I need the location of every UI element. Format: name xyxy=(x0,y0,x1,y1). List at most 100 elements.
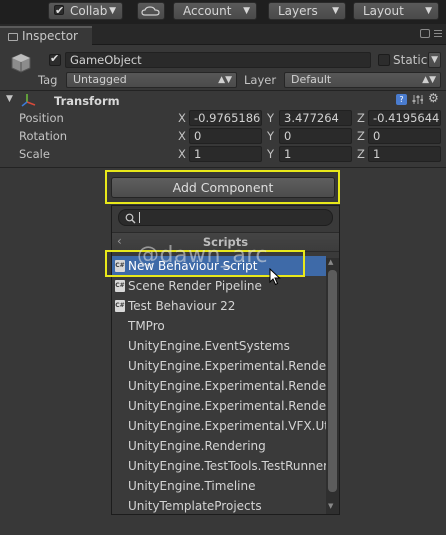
position-y-input[interactable]: 3.477264 xyxy=(279,110,352,126)
axis-y-label[interactable]: Y xyxy=(267,147,274,161)
component-search-input[interactable] xyxy=(118,209,333,226)
preset-sliders-icon[interactable] xyxy=(412,94,424,105)
list-item-label: UnityEngine.TestTools.TestRunner xyxy=(128,459,326,473)
tag-dropdown[interactable]: Untagged ▲▼ xyxy=(66,72,237,88)
layers-dropdown[interactable]: Layers ▼ xyxy=(268,2,346,20)
rotation-label: Rotation xyxy=(19,129,68,143)
list-item-label: UnityEngine.Experimental.Rendering xyxy=(128,399,326,413)
axis-z-label[interactable]: Z xyxy=(357,129,365,143)
list-item[interactable]: UnityEngine.Experimental.Rendering xyxy=(112,376,326,396)
tab-menu-icon[interactable] xyxy=(434,30,442,38)
collab-label: Collab xyxy=(70,4,108,18)
scale-label: Scale xyxy=(19,147,50,161)
list-item-label: UnityTemplateProjects xyxy=(128,499,262,513)
gameobject-active-checkbox[interactable] xyxy=(49,52,61,66)
list-item-label: UnityEngine.Experimental.VFX.Utility xyxy=(128,419,326,433)
static-label: Static xyxy=(393,53,428,67)
chevron-down-icon: ▲▼ xyxy=(422,75,436,85)
list-item[interactable]: UnityEngine.Rendering xyxy=(112,436,326,456)
top-toolbar: Collab ▼ Account ▼ Layers ▼ Layout ▼ xyxy=(0,0,446,24)
position-z-input[interactable]: -0.4195644 xyxy=(368,110,441,126)
list-item[interactable]: UnityEngine.Timeline xyxy=(112,476,326,496)
list-item[interactable]: C# Test Behaviour 22 xyxy=(112,296,326,316)
list-item-label: UnityEngine.Experimental.Rendering xyxy=(128,379,326,393)
tab-bar: Inspector xyxy=(0,24,446,45)
mouse-cursor-icon xyxy=(269,267,281,286)
tab-inspector-label: Inspector xyxy=(22,29,78,43)
scrollbar-track[interactable]: ▲ ▼ xyxy=(326,258,339,514)
axis-x-label[interactable]: X xyxy=(178,147,186,161)
list-item[interactable]: UnityEngine.Experimental.Rendering xyxy=(112,396,326,416)
layout-dropdown[interactable]: Layout ▼ xyxy=(353,2,439,20)
axis-z-label[interactable]: Z xyxy=(357,111,365,125)
axis-y-label[interactable]: Y xyxy=(267,129,274,143)
layer-label: Layer xyxy=(244,73,277,87)
axis-x-label[interactable]: X xyxy=(178,129,186,143)
gear-icon[interactable]: ⚙ xyxy=(428,91,439,105)
account-label: Account xyxy=(183,4,232,18)
list-item-label: Test Behaviour 22 xyxy=(128,299,236,313)
list-item-label: Scene Render Pipeline xyxy=(128,279,262,293)
list-item[interactable]: UnityTemplateProjects xyxy=(112,496,326,516)
lock-icon[interactable] xyxy=(420,29,430,38)
list-item-label: UnityEngine.Timeline xyxy=(128,479,256,493)
search-icon xyxy=(125,213,136,224)
list-item[interactable]: TMPro xyxy=(112,316,326,336)
axis-y-label[interactable]: Y xyxy=(267,111,274,125)
list-item[interactable]: UnityEngine.Experimental.VFX.Utility xyxy=(112,416,326,436)
cs-script-icon: C# xyxy=(115,300,125,312)
axis-z-label[interactable]: Z xyxy=(357,147,365,161)
list-item[interactable]: C# Scene Render Pipeline xyxy=(112,276,326,296)
divider xyxy=(0,90,446,91)
account-dropdown[interactable]: Account ▼ xyxy=(173,2,257,20)
chevron-down-icon: ▼ xyxy=(332,6,339,16)
list-item-label: UnityEngine.Rendering xyxy=(128,439,266,453)
gameobject-icon xyxy=(10,52,32,74)
layers-label: Layers xyxy=(278,4,318,18)
cloud-button[interactable] xyxy=(137,2,165,20)
chevron-down-icon: ▲▼ xyxy=(218,75,232,85)
help-book-icon[interactable]: ? xyxy=(396,94,407,105)
list-item[interactable]: UnityEngine.EventSystems xyxy=(112,336,326,356)
cs-script-icon: C# xyxy=(115,280,125,292)
chevron-down-icon: ▼ xyxy=(109,6,116,16)
scale-x-input[interactable]: 1 xyxy=(189,146,262,162)
add-component-button[interactable]: Add Component xyxy=(111,177,335,198)
rotation-x-input[interactable]: 0 xyxy=(189,128,262,144)
scrollbar-thumb[interactable] xyxy=(328,270,337,492)
text-cursor xyxy=(139,212,140,223)
cs-script-icon: C# xyxy=(115,260,125,272)
tab-inspector[interactable]: Inspector xyxy=(0,26,92,45)
chevron-down-icon: ▼ xyxy=(431,55,438,65)
axis-x-label[interactable]: X xyxy=(178,111,186,125)
scale-y-input[interactable]: 1 xyxy=(279,146,352,162)
collab-check-icon xyxy=(54,3,64,19)
divider xyxy=(0,167,446,168)
chevron-down-icon: ▼ xyxy=(425,6,432,16)
layer-value: Default xyxy=(291,73,332,86)
rotation-y-input[interactable]: 0 xyxy=(279,128,352,144)
scroll-down-icon[interactable]: ▼ xyxy=(328,502,333,510)
static-checkbox[interactable] xyxy=(378,54,390,66)
list-item[interactable]: UnityEngine.TestTools.TestRunner xyxy=(112,456,326,476)
cloud-icon xyxy=(141,6,160,16)
collab-button[interactable]: Collab ▼ xyxy=(48,2,123,20)
foldout-arrow-icon[interactable]: ▼ xyxy=(6,94,13,104)
position-label: Position xyxy=(19,111,64,125)
list-item[interactable]: UnityEngine.Experimental.Rendering xyxy=(112,356,326,376)
tag-label: Tag xyxy=(38,73,58,87)
static-dropdown[interactable]: ▼ xyxy=(428,52,441,68)
list-item-label: UnityEngine.EventSystems xyxy=(128,339,290,353)
layer-dropdown[interactable]: Default ▲▼ xyxy=(284,72,441,88)
rotation-z-input[interactable]: 0 xyxy=(368,128,441,144)
list-item-label: TMPro xyxy=(128,319,165,333)
layout-label: Layout xyxy=(363,4,404,18)
scroll-up-icon[interactable]: ▲ xyxy=(328,258,333,266)
scale-z-input[interactable]: 1 xyxy=(368,146,441,162)
chevron-down-icon: ▼ xyxy=(243,6,250,16)
gameobject-name-input[interactable]: GameObject xyxy=(65,52,371,68)
position-x-input[interactable]: -0.9765186 xyxy=(189,110,262,126)
tag-value: Untagged xyxy=(73,73,127,86)
component-list: C# New Behaviour Script C# Scene Render … xyxy=(112,256,326,514)
watermark: @dawn_arc xyxy=(137,243,269,268)
